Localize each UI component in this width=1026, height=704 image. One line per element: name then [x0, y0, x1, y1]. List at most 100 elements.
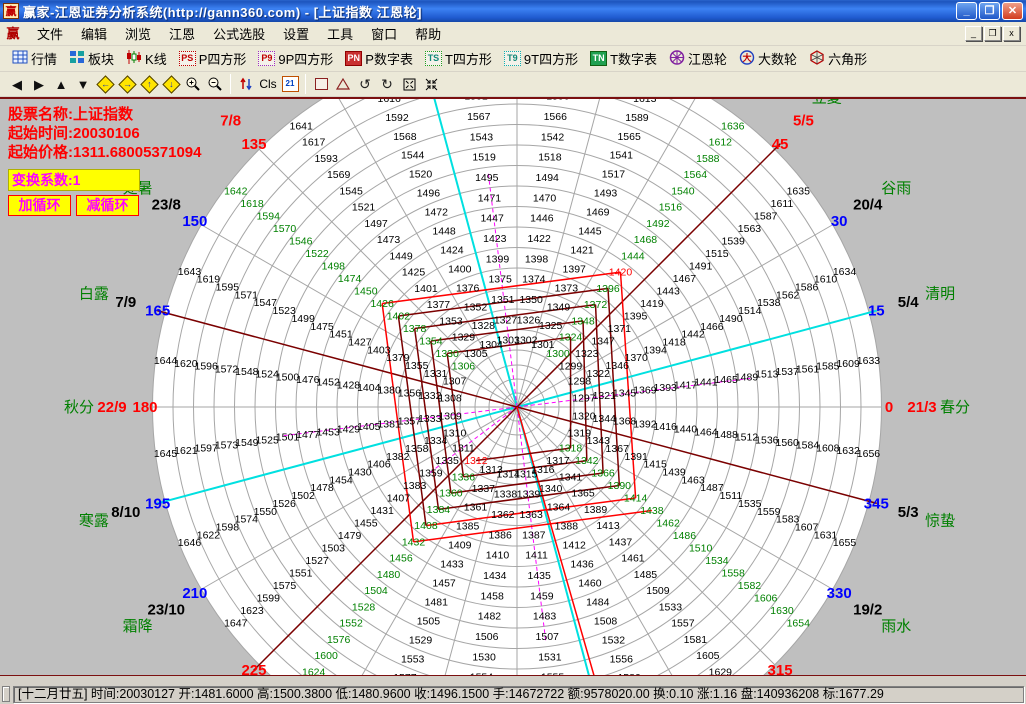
- add-cycle-button[interactable]: 加循环: [8, 195, 71, 216]
- rim-date-label: 21/3: [907, 399, 936, 416]
- menu-item-帮助[interactable]: 帮助: [406, 21, 450, 46]
- wheel-number: 1633: [857, 355, 881, 367]
- wheel-number: 1445: [578, 226, 602, 238]
- start-date-label: 起始时间:20030106: [8, 124, 201, 143]
- wheel-number: 1420: [609, 267, 633, 279]
- subtract-cycle-button[interactable]: 减循环: [76, 195, 139, 216]
- wheel-number: 1448: [432, 226, 456, 238]
- wheel-number: 1404: [357, 382, 381, 394]
- p9-icon: P9: [258, 51, 275, 66]
- wheel-number: 1504: [364, 585, 388, 597]
- step-down-button[interactable]: ▼: [72, 74, 94, 94]
- rotate-ccw-button[interactable]: ↺: [354, 74, 376, 94]
- menu-item-设置[interactable]: 设置: [274, 21, 318, 46]
- transform-coefficient-field[interactable]: 变换系数:1: [8, 169, 140, 191]
- pan-right-button[interactable]: →: [116, 74, 138, 94]
- wheel-number: 1443: [656, 286, 680, 298]
- rotate-cw-button[interactable]: ↻: [376, 74, 398, 94]
- rim-angle-label: 225: [241, 662, 266, 676]
- shrink-button[interactable]: [420, 74, 442, 94]
- minimize-button[interactable]: _: [956, 2, 977, 20]
- wheel-number: 1544: [401, 150, 425, 162]
- wheel-number: 1521: [352, 202, 376, 214]
- wheel-number: 1424: [440, 244, 464, 256]
- yellow-diamond-icon: ↑: [140, 75, 158, 93]
- yellow-diamond-icon: ↓: [162, 75, 180, 93]
- quote-grid-icon: [12, 50, 28, 67]
- expand-button[interactable]: [398, 74, 420, 94]
- cls-button[interactable]: Cls: [257, 74, 279, 94]
- gann-wheel-pane[interactable]: 1297129812991300130113021303130413051306…: [0, 97, 1026, 676]
- tn-icon: TN: [590, 51, 607, 66]
- wheel-number: 1356: [398, 387, 422, 399]
- wheel-number: 1360: [439, 488, 463, 500]
- toolbar-button-大数轮[interactable]: 大大数轮: [733, 46, 803, 71]
- wheel-number: 1400: [448, 263, 472, 275]
- wheel-number: 1353: [439, 315, 463, 327]
- mdi-restore-button[interactable]: ❐: [984, 26, 1001, 41]
- yellow-diamond-icon: →: [118, 75, 136, 93]
- pan-left-button[interactable]: ←: [94, 74, 116, 94]
- step-up-button[interactable]: ▲: [50, 74, 72, 94]
- toolbar-button-T四方形[interactable]: TST四方形: [419, 46, 498, 71]
- restore-button[interactable]: ❐: [979, 2, 1000, 20]
- menu-item-工具[interactable]: 工具: [318, 21, 362, 46]
- updown-arrows-button[interactable]: [235, 74, 257, 94]
- toolbar-button-板块[interactable]: 板块: [63, 46, 120, 71]
- menu-item-文件[interactable]: 文件: [28, 21, 72, 46]
- wheel-number: 1428: [337, 379, 361, 391]
- toolbar-button-P四方形[interactable]: PSP四方形: [173, 46, 253, 71]
- rim-date-label: 7/8: [220, 113, 241, 130]
- toolbar-button-K线[interactable]: K线: [120, 46, 173, 71]
- t9-icon: T9: [504, 51, 521, 66]
- updown-arrows-icon: [239, 76, 253, 92]
- ps-icon: PS: [179, 51, 196, 66]
- wheel-number: 1385: [456, 521, 480, 533]
- wheel-number: 1423: [483, 233, 507, 245]
- wheel-number: 1643: [178, 266, 202, 278]
- wheel-number: 1572: [215, 363, 239, 375]
- quote-status-text: [十二月廿五] 时间:20030127 开:1481.6000 高:1500.3…: [13, 686, 1024, 703]
- pan-down-button[interactable]: ↓: [160, 74, 182, 94]
- rim-date-label: 8/10: [111, 504, 140, 521]
- toolbar-button-六角形[interactable]: 六角形: [803, 46, 873, 71]
- wheel-number: 1397: [563, 263, 587, 275]
- wheel-number: 1575: [273, 580, 297, 592]
- wheel-number: 1546: [289, 236, 313, 248]
- step-right-button[interactable]: ▶: [28, 74, 50, 94]
- wheel-number: 1620: [174, 358, 198, 370]
- wheel-number: 1375: [488, 274, 512, 286]
- toolbar-button-9T四方形[interactable]: T99T四方形: [498, 46, 584, 71]
- menu-item-江恩[interactable]: 江恩: [160, 21, 204, 46]
- draw-rectangle-button[interactable]: [310, 74, 332, 94]
- calendar-button[interactable]: 21: [279, 74, 301, 94]
- wheel-number: 1470: [533, 192, 557, 204]
- wheel-number: 1366: [591, 468, 615, 480]
- menu-item-窗口[interactable]: 窗口: [362, 21, 406, 46]
- wheel-number: 1388: [555, 521, 579, 533]
- mdi-child-icon: 赢: [4, 26, 22, 42]
- wheel-number: 1299: [559, 360, 583, 372]
- toolbar-button-P数字表[interactable]: PNP数字表: [339, 46, 419, 71]
- pan-up-button[interactable]: ↑: [138, 74, 160, 94]
- toolbar-separator: [305, 74, 306, 94]
- zoom-in-button[interactable]: [182, 74, 204, 94]
- menu-item-编辑[interactable]: 编辑: [72, 21, 116, 46]
- menu-item-公式选股[interactable]: 公式选股: [204, 21, 274, 46]
- wheel-number: 1557: [671, 618, 695, 630]
- toolbar-button-label: 六角形: [828, 49, 867, 68]
- wheel-number: 1492: [646, 218, 670, 230]
- draw-triangle-button[interactable]: [332, 74, 354, 94]
- close-button[interactable]: ✕: [1002, 2, 1023, 20]
- wheel-toolbar: ◀▶▲▼←→↑↓ Cls21 ↺↻: [0, 72, 1026, 97]
- step-left-button[interactable]: ◀: [6, 74, 28, 94]
- rim-date-label: 19/2: [853, 602, 882, 619]
- menu-item-浏览[interactable]: 浏览: [116, 21, 160, 46]
- toolbar-button-江恩轮[interactable]: 江恩轮: [663, 46, 733, 71]
- mdi-close-button[interactable]: x: [1003, 26, 1020, 41]
- toolbar-button-9P四方形[interactable]: P99P四方形: [252, 46, 339, 71]
- toolbar-button-T数字表[interactable]: TNT数字表: [584, 46, 663, 71]
- mdi-minimize-button[interactable]: _: [965, 26, 982, 41]
- zoom-out-button[interactable]: [204, 74, 226, 94]
- toolbar-button-行情[interactable]: 行情: [6, 46, 63, 71]
